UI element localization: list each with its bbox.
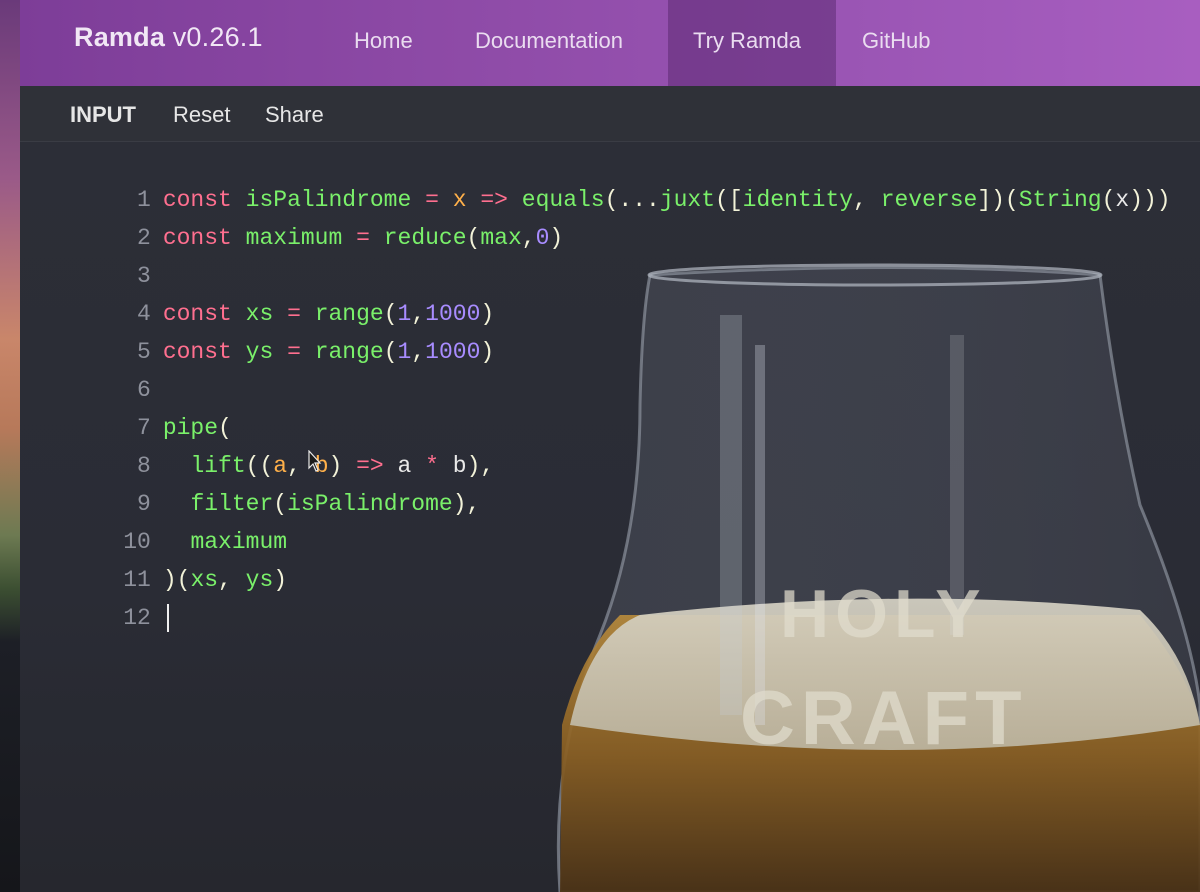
brand-name: Ramda [74, 22, 166, 52]
screen: Ramda v0.26.1 Home Documentation Try Ram… [0, 0, 1200, 892]
code-line: 10 maximum [20, 488, 287, 555]
glass-print-line1: HOLY [780, 576, 987, 652]
code-line: 7 pipe( [20, 374, 232, 441]
beer-glass-graphic [556, 263, 1200, 892]
code-line: 8 lift((a, b) => a * b), [20, 412, 494, 479]
code-line: 2 const maximum = reduce(max,0) [20, 184, 563, 251]
top-navbar: Ramda v0.26.1 Home Documentation Try Ram… [20, 0, 1200, 86]
code-line: 9 filter(isPalindrome), [20, 450, 480, 517]
nav-try-ramda[interactable]: Try Ramda [693, 28, 801, 54]
line-number: 12 [123, 605, 151, 631]
glass-print-line2: CRAFT [740, 676, 1028, 761]
code-line: 12 [20, 564, 169, 632]
code-line: 3 [20, 222, 163, 289]
code-line: 5 const ys = range(1,1000) [20, 298, 494, 365]
text-cursor [166, 603, 169, 632]
share-button[interactable]: Share [265, 102, 324, 128]
code-line: 4 const xs = range(1,1000) [20, 260, 494, 327]
nav-documentation[interactable]: Documentation [475, 28, 623, 54]
nav-github[interactable]: GitHub [862, 28, 930, 54]
brand-version: v0.26.1 [172, 22, 263, 52]
beer-glass-photo: HOLY CRAFT [540, 255, 1200, 892]
mouse-pointer-icon [308, 450, 322, 472]
nav-home[interactable]: Home [354, 28, 413, 54]
brand-logo[interactable]: Ramda v0.26.1 [74, 22, 263, 53]
code-line: 11)(xs, ys) [20, 526, 287, 593]
reset-button[interactable]: Reset [173, 102, 230, 128]
repl-toolbar: INPUT Reset Share [20, 86, 1200, 142]
code-line: 1 const isPalindrome = x => equals(...jux… [20, 146, 1171, 213]
code-line: 6 [20, 336, 163, 403]
desktop-edge [0, 0, 20, 892]
input-label: INPUT [70, 102, 136, 127]
